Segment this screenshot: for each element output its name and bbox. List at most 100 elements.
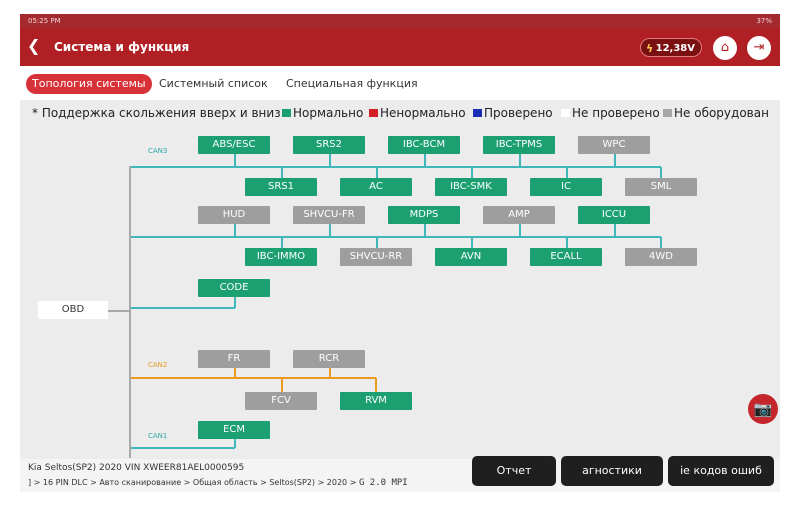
module-code[interactable]: CODE <box>198 279 270 297</box>
can1-line <box>131 447 235 449</box>
legend-swatch-not-equipped <box>663 109 672 117</box>
legend-label-unchecked: Не проверено <box>572 106 660 120</box>
can2-drop-rcr <box>329 367 331 378</box>
can3-row3-line <box>131 307 235 309</box>
obd-node[interactable]: OBD <box>38 301 108 319</box>
home-icon[interactable]: ⌂ <box>713 36 737 60</box>
module-shvcu-fr[interactable]: SHVCU-FR <box>293 206 365 224</box>
can2-drop-fcv <box>281 378 283 392</box>
legend-swatch-checked <box>473 109 482 117</box>
module-4wd[interactable]: 4WD <box>625 248 697 266</box>
can3-drop-srs1 <box>281 167 283 178</box>
can3-drop-srs2 <box>329 154 331 167</box>
bus-label-can1: CAN1 <box>148 432 168 440</box>
can3-row2-line <box>131 236 661 238</box>
module-ibc-bcm[interactable]: IBC-BCM <box>388 136 460 154</box>
legend-label-normal: Нормально <box>293 106 364 120</box>
module-hud[interactable]: HUD <box>198 206 270 224</box>
legend-label-not-equipped: Не оборудован <box>674 106 769 120</box>
can3-drop-mdps <box>424 224 426 237</box>
can3-drop-4wd <box>660 237 662 248</box>
obd-connector-line <box>108 310 130 312</box>
engine-label: G 2.0 MPI <box>358 478 408 488</box>
can3-drop-avn <box>471 237 473 248</box>
module-ibc-tpms[interactable]: IBC-TPMS <box>483 136 555 154</box>
voltage-value: 12,38V <box>655 43 695 54</box>
module-wpc[interactable]: WPC <box>578 136 650 154</box>
can3-drop-ic <box>566 167 568 178</box>
legend-label-abnormal: Ненормально <box>380 106 466 120</box>
vehicle-info-bar: Kia Seltos(SP2) 2020 VIN XWEER81AEL00005… <box>20 459 780 492</box>
tab-topology[interactable]: Топология системы <box>26 74 152 94</box>
module-ibc-smk[interactable]: IBC-SMK <box>435 178 507 196</box>
module-amp[interactable]: AMP <box>483 206 555 224</box>
vehicle-info: Kia Seltos(SP2) 2020 VIN XWEER81AEL00005… <box>28 463 245 473</box>
app-screen: 05:25 PM 37% ❮ Система и функция ϟ 12,38… <box>20 14 780 492</box>
bus-label-can2: CAN2 <box>148 361 168 369</box>
module-fr[interactable]: FR <box>198 350 270 368</box>
status-bar: 05:25 PM 37% <box>20 14 780 28</box>
can2-line <box>131 377 376 379</box>
module-ecm[interactable]: ECM <box>198 421 270 439</box>
can3-drop-immo <box>281 237 283 248</box>
diagnostics-button[interactable]: агностики <box>561 456 663 486</box>
module-iccu[interactable]: ICCU <box>578 206 650 224</box>
clear-codes-button[interactable]: іе кодов ошиб <box>668 456 774 486</box>
back-icon[interactable]: ❮ <box>27 37 40 55</box>
can3-drop-code <box>234 297 236 308</box>
can3-drop-tpms <box>519 154 521 167</box>
module-ac[interactable]: AC <box>340 178 412 196</box>
report-button[interactable]: Отчет <box>472 456 556 486</box>
can3-drop-ac <box>376 167 378 178</box>
can3-drop-hud <box>234 224 236 237</box>
can3-drop-shvcu-fr <box>329 224 331 237</box>
battery-level: 37% <box>756 17 772 25</box>
legend-label-checked: Проверено <box>484 106 553 120</box>
module-ibc-immo[interactable]: IBC-IMMO <box>245 248 317 266</box>
legend-swatch-abnormal <box>369 109 378 117</box>
exit-icon[interactable]: ⇥ <box>747 36 771 60</box>
module-srs1[interactable]: SRS1 <box>245 178 317 196</box>
can3-drop-sml <box>660 167 662 178</box>
legend-swatch-unchecked <box>561 109 570 117</box>
header-bar: ❮ Система и функция ϟ 12,38V ⌂ ⇥ <box>20 28 780 66</box>
module-fcv[interactable]: FCV <box>245 392 317 410</box>
can3-row1-line <box>131 166 661 168</box>
bus-label-can3: CAN3 <box>148 147 168 155</box>
lightning-icon: ϟ <box>646 42 654 55</box>
can3-drop-bcm <box>424 154 426 167</box>
module-avn[interactable]: AVN <box>435 248 507 266</box>
can3-drop-iccu <box>614 224 616 237</box>
module-sml[interactable]: SML <box>625 178 697 196</box>
main-trunk-line <box>129 166 131 458</box>
page-title: Система и функция <box>54 40 190 54</box>
status-time: 05:25 PM <box>28 17 61 25</box>
can2-drop-rvm <box>375 378 377 392</box>
tab-system-list[interactable]: Системный список <box>159 74 268 94</box>
can3-drop-amp <box>519 224 521 237</box>
can3-drop-wpc <box>614 154 616 167</box>
module-rvm[interactable]: RVM <box>340 392 412 410</box>
module-abs-esc[interactable]: ABS/ESC <box>198 136 270 154</box>
module-srs2[interactable]: SRS2 <box>293 136 365 154</box>
legend: * Поддержка скольжения вверх и вниз Норм… <box>20 100 780 126</box>
module-rcr[interactable]: RCR <box>293 350 365 368</box>
tab-special-function[interactable]: Специальная функция <box>286 74 418 94</box>
can3-drop-smk <box>471 167 473 178</box>
camera-icon[interactable]: 📷 <box>748 394 778 424</box>
can3-drop-abs <box>234 154 236 167</box>
can2-drop-fr <box>234 367 236 378</box>
module-ecall[interactable]: ECALL <box>530 248 602 266</box>
module-shvcu-rr[interactable]: SHVCU-RR <box>340 248 412 266</box>
tab-bar: Топология системы Системный список Специ… <box>20 66 780 100</box>
scroll-hint: * Поддержка скольжения вверх и вниз <box>32 106 281 120</box>
can3-drop-shvcu-rr <box>376 237 378 248</box>
voltage-badge: ϟ 12,38V <box>640 38 702 57</box>
module-mdps[interactable]: MDPS <box>388 206 460 224</box>
can1-drop-ecm <box>234 439 236 448</box>
breadcrumb-path: ] > 16 PIN DLC > Авто сканирование > Общ… <box>28 478 359 487</box>
legend-swatch-normal <box>282 109 291 117</box>
module-ic[interactable]: IC <box>530 178 602 196</box>
can3-drop-ecall <box>566 237 568 248</box>
breadcrumb: ] > 16 PIN DLC > Авто сканирование > Общ… <box>28 477 408 489</box>
